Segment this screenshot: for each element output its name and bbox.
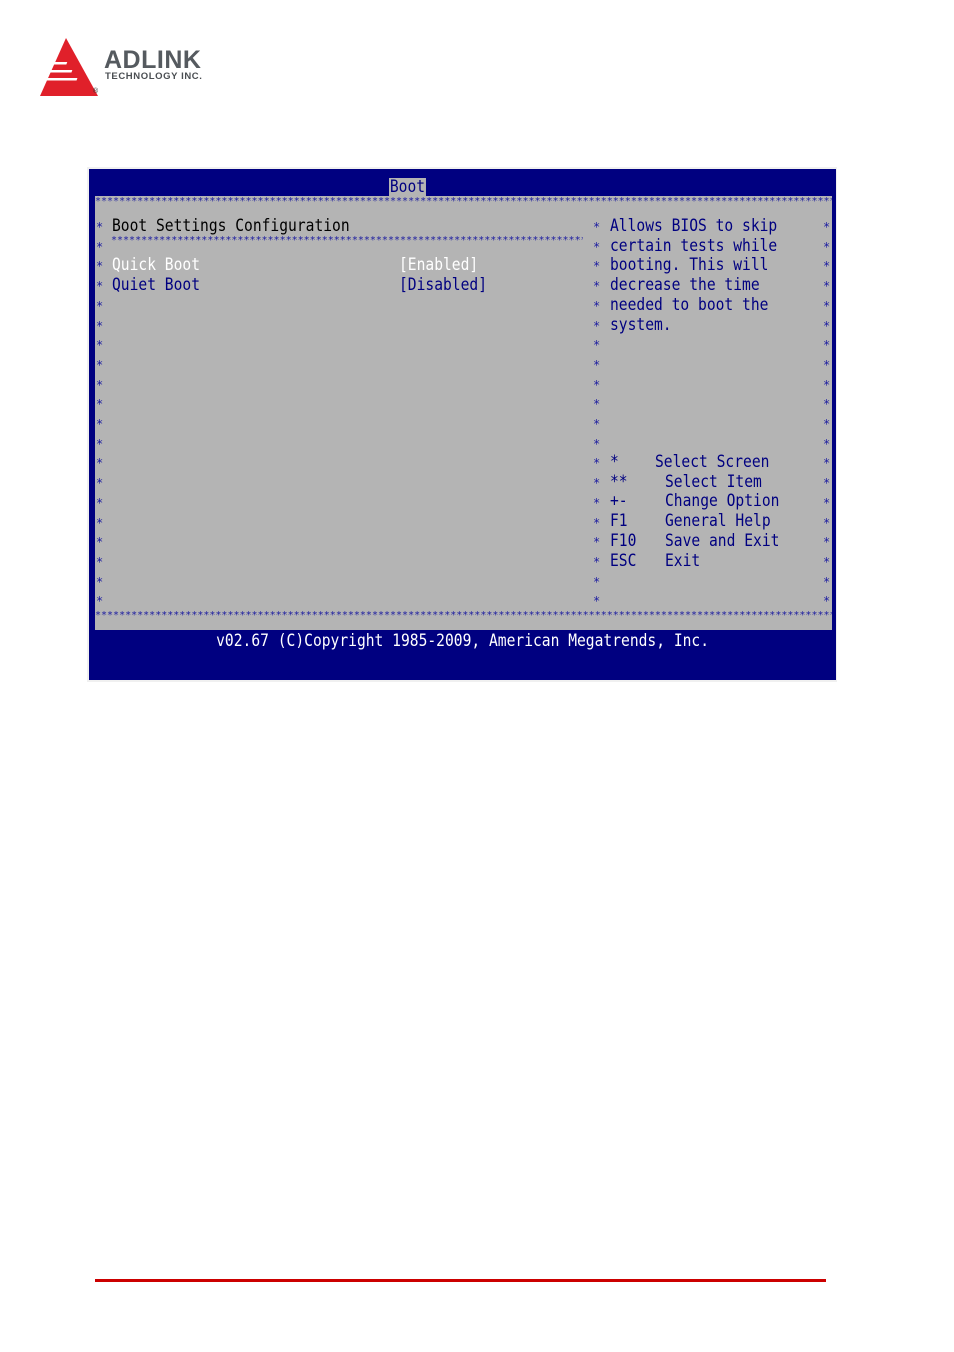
setting-quiet-boot[interactable]: Quiet Boot [112, 275, 200, 296]
key-save-exit-desc: Save and Exit [665, 530, 780, 551]
tab-boot[interactable]: Boot [389, 178, 426, 197]
help-line: booting. This will [610, 255, 769, 276]
divider-stars: * * * * * * * * * * * * * * * * * * * * [593, 220, 601, 609]
key-esc: ESC [610, 550, 637, 571]
key-select-item-desc: Select Item [665, 471, 762, 492]
help-line: decrease the time [610, 275, 760, 296]
bios-footer: v02.67 (C)Copyright 1985-2009, American … [89, 631, 836, 651]
brand-name: ADLINK [104, 46, 202, 74]
brand-subtitle: TECHNOLOGY INC. [105, 71, 203, 82]
registered-mark: ® [93, 88, 99, 95]
key-select-item: ** [610, 471, 628, 492]
key-change-option: +- [610, 491, 628, 512]
bottom-border-stars: ****************************************… [95, 610, 832, 621]
key-save-exit: F10 [610, 530, 637, 551]
bios-panel: ****************************************… [95, 196, 832, 630]
setting-quick-boot[interactable]: Quick Boot [112, 256, 200, 276]
adlink-logo: ADLINK TECHNOLOGY INC. ® [38, 38, 238, 100]
setting-quick-boot-value[interactable]: [Enabled] [399, 256, 478, 276]
setting-quiet-boot-value[interactable]: [Disabled] [399, 275, 487, 296]
adlink-triangle-icon [40, 38, 98, 96]
help-text: Allows BIOS to skip certain tests while … [610, 216, 804, 335]
top-border-stars: ****************************************… [95, 196, 832, 207]
section-title: Boot Settings Configuration [112, 216, 350, 236]
key-general-help: F1 [610, 511, 628, 532]
copyright-text: v02.67 (C)Copyright 1985-2009, American … [216, 631, 709, 651]
help-line: needed to boot the [610, 294, 769, 315]
title-underline-stars: ****************************************… [111, 235, 583, 246]
left-border-stars: * * * * * * * * * * * * * * * * * * * * [96, 220, 104, 609]
right-border-stars: * * * * * * * * * * * * * * * * * * * * [823, 220, 831, 609]
bios-setup-screen: Boot ***********************************… [89, 169, 836, 680]
page-footer-rule [95, 1279, 826, 1282]
key-select-screen: * [610, 452, 619, 472]
key-general-help-desc: General Help [665, 511, 771, 532]
key-esc-desc: Exit [665, 550, 701, 571]
key-change-option-desc: Change Option [665, 491, 780, 512]
key-select-screen-desc: Select Screen [655, 452, 770, 472]
help-line: system. [610, 314, 672, 335]
help-line: certain tests while [610, 235, 778, 256]
help-line: Allows BIOS to skip [610, 216, 778, 236]
